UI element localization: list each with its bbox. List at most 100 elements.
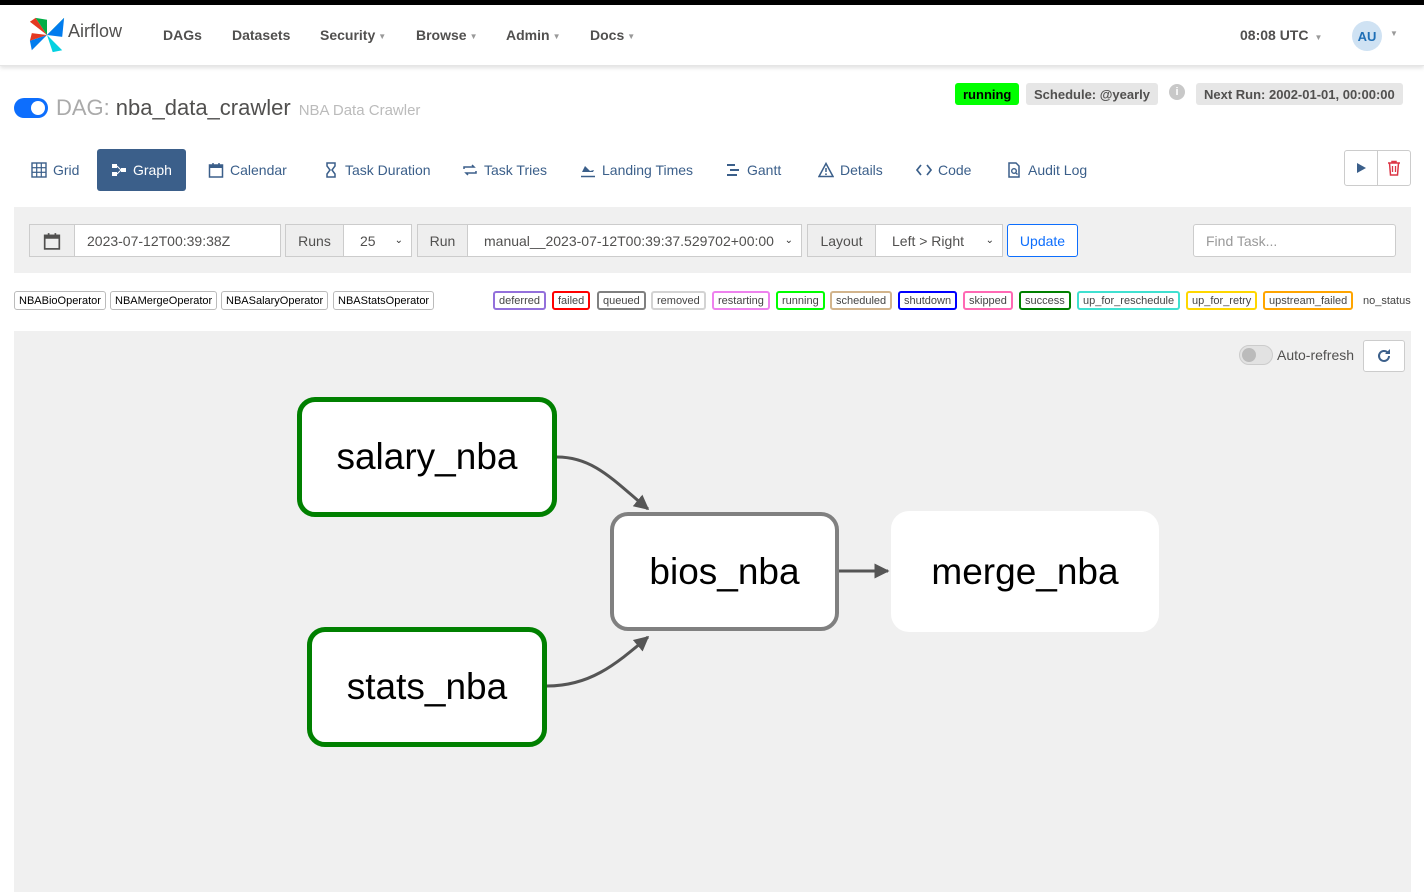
nav-security-label: Security — [320, 27, 376, 43]
tab-landing-times-label: Landing Times — [602, 162, 694, 178]
num-runs-select[interactable]: 25 ⌄ — [343, 224, 412, 257]
task-node-salary-nba[interactable]: salary_nba — [297, 397, 557, 517]
task-label: bios_nba — [649, 550, 800, 592]
brand-logo-link[interactable]: Airflow — [28, 15, 122, 55]
tab-gantt-label: Gantt — [747, 162, 782, 178]
trash-icon — [1388, 160, 1400, 176]
caret-down-icon[interactable]: ▼ — [1390, 29, 1398, 38]
tab-audit-log[interactable]: Audit Log — [992, 149, 1101, 191]
dag-prefix: DAG: — [56, 95, 110, 120]
state-chip-shutdown[interactable]: shutdown — [898, 291, 958, 310]
state-chip-queued[interactable]: queued — [597, 291, 646, 310]
edge-stats-to-bios — [546, 635, 650, 688]
layout-select[interactable]: Left > Right ⌄ — [875, 224, 1003, 257]
state-chip-failed[interactable]: failed — [552, 291, 591, 310]
date-picker-button[interactable] — [29, 224, 75, 257]
state-chip-removed[interactable]: removed — [651, 291, 706, 310]
nav-admin[interactable]: Admin ▼ — [506, 27, 560, 43]
task-node-merge-nba[interactable]: merge_nba — [891, 511, 1159, 632]
nav-browse[interactable]: Browse ▼ — [416, 27, 478, 43]
operator-chip[interactable]: NBAStatsOperator — [333, 291, 435, 310]
state-chip-up-for-reschedule[interactable]: up_for_reschedule — [1077, 291, 1181, 310]
next-run-badge: Next Run: 2002-01-01, 00:00:00 — [1196, 83, 1403, 105]
delete-dag-button[interactable] — [1378, 151, 1410, 185]
nav-docs-label: Docs — [590, 27, 625, 43]
tab-graph[interactable]: Graph — [97, 149, 186, 191]
task-node-bios-nba[interactable]: bios_nba — [610, 512, 839, 631]
tab-details-label: Details — [840, 162, 883, 178]
tab-landing-times[interactable]: Landing Times — [566, 149, 707, 191]
base-date-input[interactable]: 2023-07-12T00:39:38Z — [74, 224, 281, 257]
schedule-badge: Schedule: @yearly — [1026, 83, 1159, 105]
current-time: 08:08 UTC — [1240, 27, 1309, 43]
find-task-input[interactable]: Find Task... — [1193, 224, 1396, 257]
repeat-icon — [463, 164, 477, 176]
auto-refresh-control[interactable]: Auto-refresh — [1239, 345, 1354, 365]
navbar: Airflow DAGs Datasets Security ▼ Browse ▼ … — [0, 5, 1424, 66]
tab-task-duration[interactable]: Task Duration — [309, 149, 445, 191]
refresh-button[interactable] — [1363, 340, 1405, 372]
state-chip-running[interactable]: running — [776, 291, 825, 310]
dag-description: NBA Data Crawler — [298, 101, 421, 119]
caret-down-icon: ▼ — [469, 31, 478, 41]
nav-dags[interactable]: DAGs — [163, 27, 202, 43]
update-button[interactable]: Update — [1007, 224, 1078, 257]
tab-calendar-label: Calendar — [230, 162, 287, 178]
chevron-down-icon: ⌄ — [985, 235, 994, 246]
run-id-select[interactable]: manual__2023-07-12T00:39:37.529702+00:00… — [467, 224, 802, 257]
tab-gantt[interactable]: Gantt — [711, 149, 795, 191]
operator-chip[interactable]: NBABioOperator — [14, 291, 106, 310]
tab-calendar[interactable]: Calendar — [194, 149, 301, 191]
layout-label: Layout — [807, 224, 876, 257]
state-chip-skipped[interactable]: skipped — [963, 291, 1013, 310]
run-label: Run — [417, 224, 468, 257]
tab-grid[interactable]: Grid — [17, 149, 93, 191]
state-chip-scheduled[interactable]: scheduled — [830, 291, 893, 310]
brand-name: Airflow — [68, 20, 123, 41]
tab-task-tries[interactable]: Task Tries — [448, 149, 561, 191]
edge-salary-to-bios — [556, 455, 650, 511]
tab-task-tries-label: Task Tries — [484, 162, 548, 178]
play-icon — [1357, 163, 1366, 173]
dag-title[interactable]: nba_data_crawler — [116, 95, 291, 121]
state-chip-restarting[interactable]: restarting — [712, 291, 770, 310]
trigger-dag-button[interactable] — [1345, 151, 1378, 185]
operator-chip[interactable]: NBAMergeOperator — [110, 291, 218, 310]
landing-icon — [581, 166, 595, 178]
chevron-down-icon: ⌄ — [784, 235, 793, 246]
tab-code-label: Code — [938, 162, 972, 178]
nav-browse-label: Browse — [416, 27, 467, 43]
state-chip-no-status[interactable]: no_status — [1357, 291, 1417, 310]
info-icon[interactable]: i — [1169, 84, 1185, 100]
operator-chip[interactable]: NBASalaryOperator — [221, 291, 329, 310]
chevron-down-icon: ⌄ — [394, 235, 403, 246]
tab-graph-label: Graph — [133, 162, 172, 178]
task-node-stats-nba[interactable]: stats_nba — [307, 627, 547, 747]
calendar-icon — [43, 232, 61, 250]
graph-canvas[interactable]: salary_nba stats_nba bios_nba merge_nba … — [14, 331, 1411, 892]
timezone-dropdown[interactable]: 08:08 UTC ▼ — [1240, 27, 1322, 43]
dag-pause-toggle[interactable] — [14, 98, 48, 118]
nav-admin-label: Admin — [506, 27, 550, 43]
nav-docs[interactable]: Docs ▼ — [590, 27, 635, 43]
nav-security[interactable]: Security ▼ — [320, 27, 386, 43]
tab-grid-label: Grid — [53, 162, 80, 178]
hourglass-icon — [326, 162, 336, 178]
gantt-icon — [727, 164, 739, 176]
runs-label: Runs — [285, 224, 344, 257]
tab-details[interactable]: Details — [804, 149, 897, 191]
state-chip-deferred[interactable]: deferred — [493, 291, 546, 310]
nav-datasets[interactable]: Datasets — [232, 27, 290, 43]
code-icon — [916, 164, 932, 176]
state-chip-success[interactable]: success — [1019, 291, 1071, 310]
state-chip-up-for-retry[interactable]: up_for_retry — [1186, 291, 1258, 310]
user-avatar[interactable]: AU — [1352, 21, 1382, 51]
legend-bar: NBABioOperator NBAMergeOperator NBASalar… — [14, 291, 1417, 311]
auto-refresh-toggle[interactable] — [1239, 345, 1273, 365]
warning-triangle-icon — [818, 162, 834, 178]
file-search-icon — [1008, 162, 1020, 178]
caret-down-icon: ▼ — [627, 31, 636, 41]
task-label: stats_nba — [346, 666, 508, 707]
tab-code[interactable]: Code — [902, 149, 985, 191]
state-chip-upstream-failed[interactable]: upstream_failed — [1263, 291, 1354, 310]
